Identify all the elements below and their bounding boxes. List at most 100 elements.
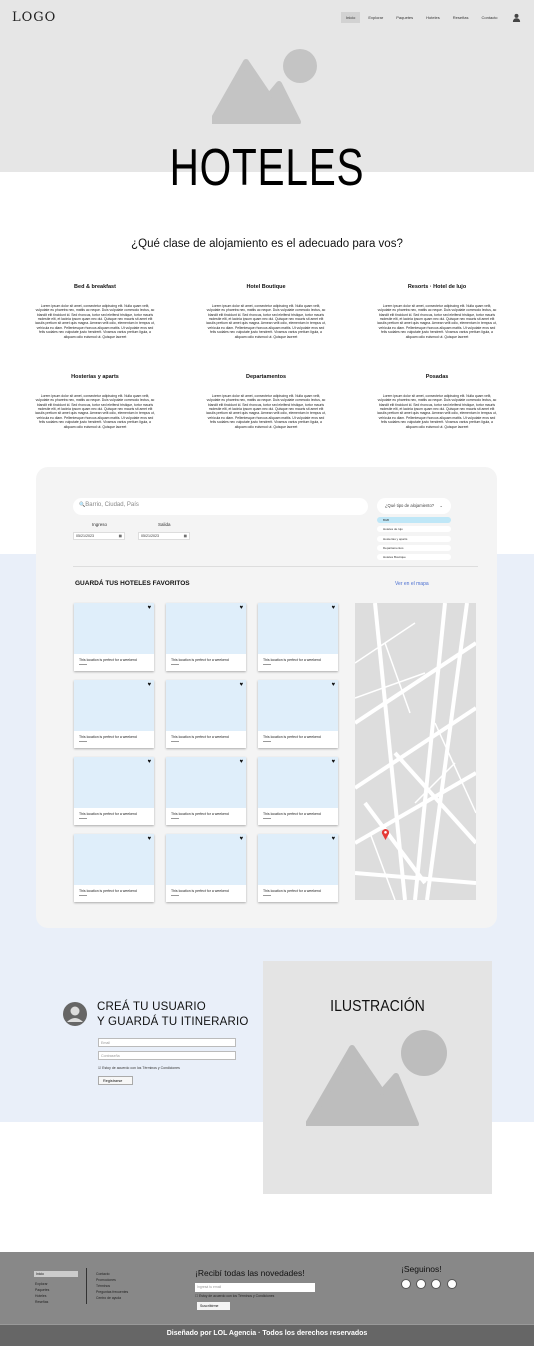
hotel-card[interactable]: ♥ This location is perfect for a weekend [74,680,154,748]
search-input[interactable]: 🔍Barrio, Ciudad, País [73,498,368,515]
category-title: Hotel Boutique [246,284,286,290]
hotel-card-underline [79,818,87,819]
register-button[interactable]: Registrarse [98,1076,133,1085]
hotel-card-image [166,603,246,654]
avatar-icon [63,1002,87,1026]
type-option[interactable]: Hoteles Boutique [377,554,451,560]
logo[interactable]: LOGO [12,10,56,25]
map-link[interactable]: Ver en el mapa [395,581,429,587]
hotel-card[interactable]: ♥ This location is perfect for a weekend [166,603,246,671]
category-title: Resorts · Hotel de lujo [407,284,467,290]
subscribe-button[interactable]: Suscribirme [197,1302,230,1310]
hotel-card-text: This location is perfect for a weekend [79,889,137,893]
hotel-card-underline [263,741,271,742]
hotel-card-image [258,757,338,808]
type-option[interactable]: Departamentos [377,545,451,551]
newsletter-checkbox[interactable]: ☐ [195,1294,198,1298]
page-title: HOTELES [169,139,365,197]
hotel-card-text: This location is perfect for a weekend [171,889,229,893]
heart-icon[interactable]: ♥ [239,759,243,765]
hotel-card-image [258,680,338,731]
hotel-card-image [74,834,154,885]
footer-link[interactable]: Paquetes [35,1288,49,1292]
footer-link[interactable]: Contacto [96,1272,110,1276]
map-pin-icon[interactable] [381,828,390,840]
hotel-card[interactable]: ♥ This location is perfect for a weekend [74,834,154,902]
nav-item-explorar[interactable]: Explorar [363,12,388,23]
footer-link-active[interactable]: Inicio [34,1271,78,1277]
password-field[interactable]: Contraseña [98,1051,236,1060]
heart-icon[interactable]: ♥ [147,605,151,611]
terms-checkbox[interactable]: ☑ [98,1066,101,1070]
nav-item-hoteles[interactable]: Hoteles [421,12,445,23]
footer-link[interactable]: Términos [96,1284,110,1288]
hotel-card-underline [79,664,87,665]
heart-icon[interactable]: ♥ [239,836,243,842]
image-placeholder-icon [306,1030,447,1126]
heart-icon[interactable]: ♥ [147,682,151,688]
hotel-card-image [166,757,246,808]
terms-row: ☑ Estoy de acuerdo con los Términos y Co… [98,1066,180,1070]
nav-item-resenas[interactable]: Reseñas [448,12,474,23]
hotel-card[interactable]: ♥ This location is perfect for a weekend [258,603,338,671]
social-icon[interactable] [447,1279,457,1289]
footer-link[interactable]: Promociones [96,1278,116,1282]
category-text: Lorem ipsum dolor sit amet, consectetur … [206,394,326,429]
hotel-card-underline [263,664,271,665]
hotel-card[interactable]: ♥ This location is perfect for a weekend [258,757,338,825]
footer-link[interactable]: Preguntas frecuentes [96,1290,128,1294]
nav-item-inicio[interactable]: Inicio [341,12,361,23]
hotel-card[interactable]: ♥ This location is perfect for a weekend [74,603,154,671]
heart-icon[interactable]: ♥ [331,682,335,688]
type-option[interactable]: B&B [377,517,451,523]
hotel-card[interactable]: ♥ This location is perfect for a weekend [166,680,246,748]
hotel-card-underline [171,818,179,819]
calendar-icon: ▦ [118,534,122,538]
calendar-icon: ▦ [183,534,187,538]
category-text: Lorem ipsum dolor sit amet, consectetur … [35,304,155,339]
hotel-card-text: This location is perfect for a weekend [171,658,229,662]
footer-link[interactable]: Explorar [35,1282,48,1286]
hotel-card-image [166,834,246,885]
accommodation-type-select[interactable]: ¿Qué tipo de alojamiento? ⌄ [377,498,451,514]
category-title: Hosterías y aparts [71,374,119,380]
hotel-card[interactable]: ♥ This location is perfect for a weekend [166,834,246,902]
email-field[interactable]: Email [98,1038,236,1047]
hotel-card[interactable]: ♥ This location is perfect for a weekend [74,757,154,825]
heart-icon[interactable]: ♥ [239,605,243,611]
hotel-card[interactable]: ♥ This location is perfect for a weekend [258,834,338,902]
hotel-card-text: This location is perfect for a weekend [79,658,137,662]
register-subtitle: Y GUARDÁ TU ITINERARIO [97,1016,249,1028]
hotel-card[interactable]: ♥ This location is perfect for a weekend [166,757,246,825]
heart-icon[interactable]: ♥ [147,836,151,842]
category-text: Lorem ipsum dolor sit amet, consectetur … [377,304,497,339]
heart-icon[interactable]: ♥ [239,682,243,688]
checkout-label: Salida [158,522,171,527]
hotel-card-text: This location is perfect for a weekend [79,812,137,816]
footer-link[interactable]: Centro de ayuda [96,1296,121,1300]
map[interactable] [355,603,476,900]
checkout-date-input[interactable]: 05/21/2023 ▦ [138,532,190,540]
heart-icon[interactable]: ♥ [331,759,335,765]
checkin-date-input[interactable]: 05/21/2023 ▦ [73,532,125,540]
social-icon[interactable] [416,1279,426,1289]
hotel-card-text: This location is perfect for a weekend [263,812,321,816]
nav-item-paquetes[interactable]: Paquetes [391,12,418,23]
social-icon[interactable] [401,1279,411,1289]
hotel-card-underline [79,741,87,742]
footer-link[interactable]: Reseñas [35,1300,48,1304]
hotel-card-image [258,603,338,654]
hotel-card[interactable]: ♥ This location is perfect for a weekend [258,680,338,748]
footer-link[interactable]: Hoteles [35,1294,47,1298]
type-option[interactable]: Hosterías y aparts [377,536,451,542]
heart-icon[interactable]: ♥ [331,605,335,611]
social-icon[interactable] [431,1279,441,1289]
user-icon[interactable] [512,13,521,22]
heart-icon[interactable]: ♥ [331,836,335,842]
type-option[interactable]: Hoteles de lujo [377,526,451,532]
heart-icon[interactable]: ♥ [147,759,151,765]
hotel-card-text: This location is perfect for a weekend [263,889,321,893]
newsletter-email-input[interactable]: Ingresá tu email [195,1283,315,1292]
main-nav: Inicio Explorar Paquetes Hoteles Reseñas… [341,12,521,23]
nav-item-contacto[interactable]: Contacto [477,12,503,23]
